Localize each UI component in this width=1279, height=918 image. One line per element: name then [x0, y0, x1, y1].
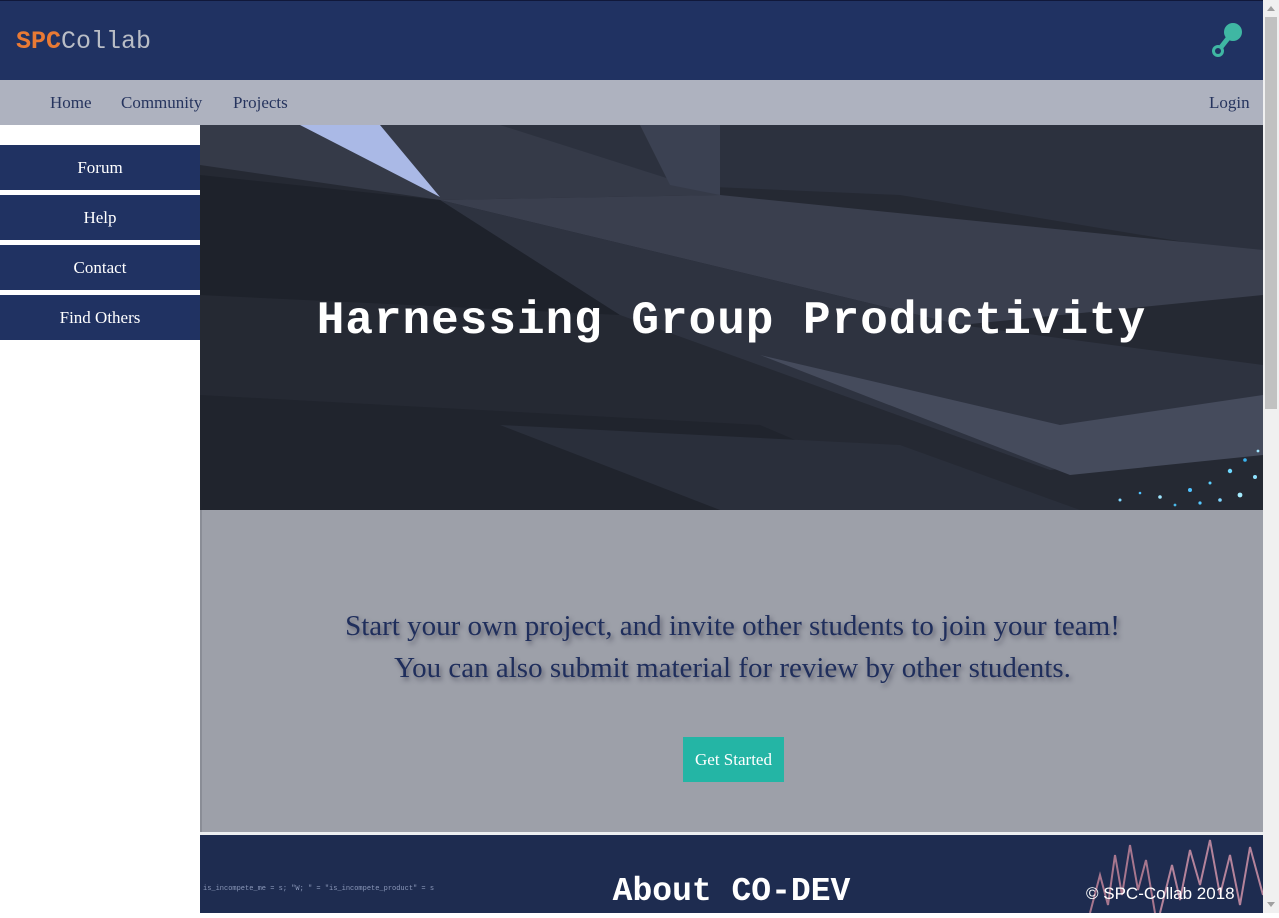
- cta-text: Start your own project, and invite other…: [202, 605, 1263, 689]
- cta-line-1: Start your own project, and invite other…: [345, 610, 1120, 642]
- nav-home[interactable]: Home: [50, 93, 92, 113]
- hero-title: Harnessing Group Productivity: [316, 295, 1147, 347]
- molecule-icon[interactable]: [1209, 21, 1245, 61]
- sidebar-item-forum[interactable]: Forum: [0, 145, 200, 190]
- sidebar-item-find-others[interactable]: Find Others: [0, 295, 200, 340]
- logo-spc-text: SPC: [16, 27, 62, 56]
- cta-section: Start your own project, and invite other…: [200, 510, 1263, 832]
- nav-community[interactable]: Community: [121, 93, 202, 113]
- scroll-up-icon[interactable]: [1263, 0, 1279, 17]
- sidebar-item-contact[interactable]: Contact: [0, 245, 200, 290]
- vertical-scrollbar[interactable]: [1263, 0, 1279, 913]
- logo-collab-text: Collab: [61, 27, 152, 56]
- top-header: SPCCollab: [0, 0, 1263, 80]
- hero-banner: Harnessing Group Productivity: [200, 125, 1263, 510]
- main-nav: Home Community Projects Login: [0, 80, 1263, 125]
- scroll-thumb[interactable]: [1265, 17, 1277, 409]
- nav-projects[interactable]: Projects: [233, 93, 288, 113]
- site-logo[interactable]: SPCCollab: [16, 27, 151, 57]
- get-started-button[interactable]: Get Started: [683, 737, 784, 782]
- scroll-down-icon[interactable]: [1263, 896, 1279, 913]
- sidebar-item-help[interactable]: Help: [0, 195, 200, 240]
- cta-line-2: You can also submit material for review …: [394, 652, 1071, 684]
- sidebar: Forum Help Contact Find Others: [0, 145, 200, 345]
- copyright-text: © SPC-Collab 2018: [1086, 884, 1235, 903]
- nav-login[interactable]: Login: [1209, 93, 1250, 113]
